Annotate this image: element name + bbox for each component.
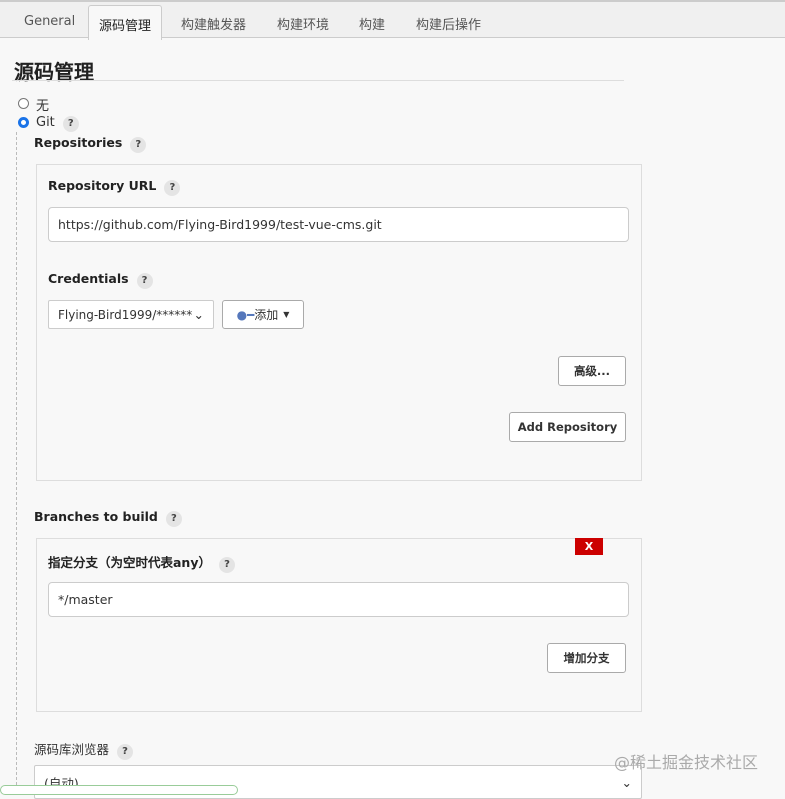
- branch-specifier-input[interactable]: */master: [48, 582, 629, 617]
- key-icon: ●━: [236, 307, 255, 322]
- tab-build[interactable]: 构建: [359, 14, 385, 33]
- radio-none-label: 无: [36, 99, 50, 114]
- repositories-label: Repositories?: [34, 135, 147, 153]
- watermark: @稀土掘金技术社区: [614, 753, 759, 772]
- radio-git[interactable]: [18, 117, 29, 128]
- add-credentials-button[interactable]: ●━ 添加 ▼: [222, 300, 304, 329]
- help-icon[interactable]: ?: [117, 744, 134, 760]
- help-icon[interactable]: ?: [165, 511, 182, 527]
- branch-specifier-text: 指定分支（为空时代表any）: [48, 555, 211, 570]
- git-section-border: [16, 132, 17, 790]
- chevron-down-icon: ⌄: [621, 774, 632, 790]
- notification-bar: [0, 785, 238, 795]
- tab-scm[interactable]: 源码管理: [88, 5, 163, 40]
- credentials-label: Credentials?: [48, 271, 153, 289]
- credentials-select[interactable]: Flying-Bird1999/****** ⌄: [48, 300, 214, 329]
- help-icon[interactable]: ?: [164, 180, 181, 196]
- add-branch-button[interactable]: 增加分支: [547, 643, 626, 673]
- credentials-text: Credentials: [48, 271, 129, 286]
- help-icon[interactable]: ?: [136, 273, 153, 289]
- repositories-text: Repositories: [34, 135, 123, 150]
- add-repository-button[interactable]: Add Repository: [509, 412, 626, 442]
- tab-bar: General 源码管理 构建触发器 构建环境 构建 构建后操作: [0, 0, 785, 40]
- tab-environment[interactable]: 构建环境: [277, 14, 329, 33]
- advanced-button[interactable]: 高级...: [558, 356, 626, 386]
- repo-browser-text: 源码库浏览器: [34, 742, 110, 757]
- credentials-value: Flying-Bird1999/******: [58, 307, 193, 322]
- branch-specifier-label: 指定分支（为空时代表any）?: [48, 552, 235, 573]
- help-icon[interactable]: ?: [62, 116, 79, 132]
- delete-branch-button[interactable]: X: [575, 538, 603, 555]
- repository-url-label: Repository URL?: [48, 178, 181, 196]
- git-label: Git: [36, 115, 55, 130]
- add-label: 添加: [254, 308, 279, 322]
- radio-none[interactable]: [18, 98, 29, 109]
- tab-general[interactable]: General: [24, 14, 75, 29]
- branches-label: Branches to build?: [34, 509, 182, 527]
- branches-text: Branches to build: [34, 509, 158, 524]
- tab-post-build[interactable]: 构建后操作: [416, 14, 481, 33]
- chevron-down-icon: ⌄: [193, 307, 204, 322]
- help-icon[interactable]: ?: [218, 557, 235, 573]
- divider: [12, 80, 624, 81]
- repo-browser-label: 源码库浏览器?: [34, 739, 134, 760]
- repository-url-input[interactable]: https://github.com/Flying-Bird1999/test-…: [48, 207, 629, 242]
- radio-git-label: Git?: [36, 115, 79, 132]
- help-icon[interactable]: ?: [130, 137, 147, 153]
- caret-down-icon: ▼: [283, 310, 290, 319]
- repository-url-text: Repository URL: [48, 178, 157, 193]
- tab-triggers[interactable]: 构建触发器: [181, 14, 246, 33]
